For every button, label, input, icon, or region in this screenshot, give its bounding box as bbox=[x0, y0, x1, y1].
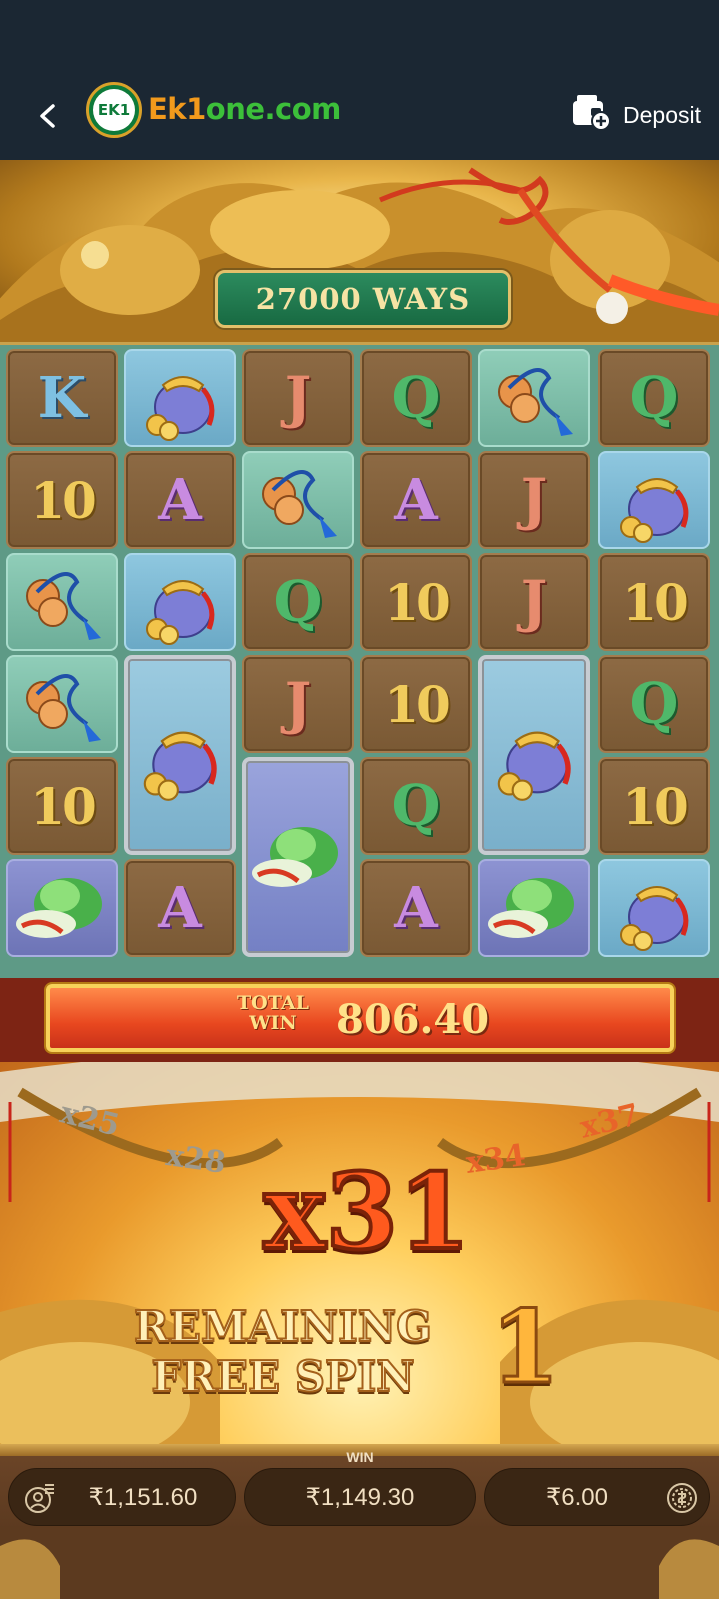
ways-badge: 27000 WAYS bbox=[215, 270, 511, 328]
bet-display[interactable]: ₹6.00 bbox=[484, 1468, 710, 1526]
symbol-money-pouch-tall bbox=[478, 655, 590, 855]
win-display: WIN ₹1,149.30 bbox=[244, 1449, 476, 1526]
symbol-ace: A bbox=[360, 451, 472, 549]
symbol-king: K bbox=[6, 349, 118, 447]
money-pouch-icon bbox=[497, 731, 571, 801]
jade-cabbage-icon bbox=[488, 878, 574, 938]
symbol-coin-string bbox=[6, 553, 118, 651]
money-pouch-icon bbox=[620, 886, 689, 951]
symbol-ten: 10 bbox=[360, 655, 472, 753]
coin-string-icon bbox=[26, 674, 101, 742]
dragon-banner: 27000 WAYS bbox=[0, 160, 719, 342]
symbol-jack: J bbox=[242, 349, 354, 447]
remaining-free-spin-label: REMAINING FREE SPIN bbox=[118, 1301, 448, 1402]
symbol-money-pouch-tall bbox=[124, 655, 236, 855]
total-win-value: 806.40 bbox=[336, 996, 490, 1043]
bet-value: ₹6.00 bbox=[546, 1483, 608, 1511]
multiplier-panel: x25 x28 x34 x37 x31 REMAINING FREE SPIN … bbox=[0, 1062, 719, 1454]
site-logo-badge[interactable]: EK1 bbox=[86, 82, 142, 138]
logo-text-part-b: one.com bbox=[205, 92, 342, 126]
symbol-jade-cabbage-tall bbox=[242, 757, 354, 957]
money-pouch-icon bbox=[146, 376, 215, 441]
symbol-ten: 10 bbox=[598, 553, 710, 651]
symbol-queen: Q bbox=[598, 349, 710, 447]
wallet-plus-icon bbox=[571, 93, 612, 137]
money-pouch-icon bbox=[146, 580, 215, 645]
symbol-jack: J bbox=[478, 553, 590, 651]
symbol-jade-cabbage bbox=[478, 859, 590, 957]
symbol-queen: Q bbox=[242, 553, 354, 651]
remaining-label-line2: FREE SPIN bbox=[150, 1351, 415, 1402]
game-screen: EK1 Ek1one.com Deposit 27000 WAYS K 10 1… bbox=[0, 0, 719, 1599]
symbol-money-pouch bbox=[598, 859, 710, 957]
symbol-money-pouch bbox=[598, 451, 710, 549]
remaining-free-spin-count: 1 bbox=[489, 1287, 562, 1408]
symbol-ten: 10 bbox=[6, 757, 118, 855]
symbol-ace: A bbox=[124, 451, 236, 549]
jade-cabbage-icon bbox=[16, 878, 102, 938]
symbol-coin-string bbox=[478, 349, 590, 447]
back-arrow-icon[interactable] bbox=[30, 98, 66, 134]
symbol-jack: J bbox=[478, 451, 590, 549]
balance-display[interactable]: ₹1,151.60 bbox=[8, 1468, 236, 1526]
money-pouch-icon bbox=[620, 478, 689, 543]
symbol-jade-cabbage bbox=[6, 859, 118, 957]
symbol-ten: 10 bbox=[360, 553, 472, 651]
bottom-bar: ₹1,151.60 WIN ₹1,149.30 ₹6.00 bbox=[0, 1444, 719, 1599]
site-logo-text[interactable]: Ek1one.com bbox=[148, 92, 341, 126]
logo-badge-text: EK1 bbox=[93, 89, 135, 131]
total-win-panel: TOTAL WIN 806.40 bbox=[46, 984, 674, 1052]
current-multiplier: x31 bbox=[262, 1148, 473, 1275]
symbol-ace: A bbox=[124, 859, 236, 957]
coin-string-icon bbox=[26, 572, 101, 640]
total-win-label: TOTAL WIN bbox=[237, 992, 309, 1034]
win-caption: WIN bbox=[346, 1449, 374, 1465]
symbol-queen: Q bbox=[360, 349, 472, 447]
jade-cabbage-icon bbox=[252, 827, 338, 887]
symbol-coin-string bbox=[242, 451, 354, 549]
symbol-coin-string bbox=[6, 655, 118, 753]
symbol-queen: Q bbox=[598, 655, 710, 753]
balance-value: ₹1,151.60 bbox=[88, 1483, 198, 1511]
symbol-money-pouch bbox=[124, 349, 236, 447]
remaining-label-line1: REMAINING bbox=[133, 1301, 433, 1352]
coin-string-icon bbox=[498, 368, 573, 436]
reel-grid: K 10 10 A A J Q J Q A 10 10 Q A J J Q 10… bbox=[0, 342, 719, 978]
symbol-ten: 10 bbox=[598, 757, 710, 855]
symbol-ten: 10 bbox=[6, 451, 118, 549]
total-win-bar: TOTAL WIN 806.40 bbox=[0, 978, 719, 1062]
symbol-queen: Q bbox=[360, 757, 472, 855]
coin-string-icon bbox=[262, 470, 337, 538]
deposit-label: Deposit bbox=[623, 101, 701, 128]
symbol-money-pouch bbox=[124, 553, 236, 651]
deposit-button[interactable]: Deposit bbox=[571, 92, 701, 138]
account-history-icon[interactable] bbox=[23, 1483, 55, 1515]
bottom-ornament bbox=[0, 1526, 719, 1599]
symbol-jack: J bbox=[242, 655, 354, 753]
bet-coin-icon[interactable] bbox=[665, 1481, 699, 1515]
top-header: EK1 Ek1one.com Deposit bbox=[0, 0, 719, 160]
logo-text-part-a: Ek1 bbox=[148, 92, 206, 126]
win-value: ₹1,149.30 bbox=[305, 1483, 415, 1511]
money-pouch-icon bbox=[143, 731, 217, 801]
symbol-ace: A bbox=[360, 859, 472, 957]
